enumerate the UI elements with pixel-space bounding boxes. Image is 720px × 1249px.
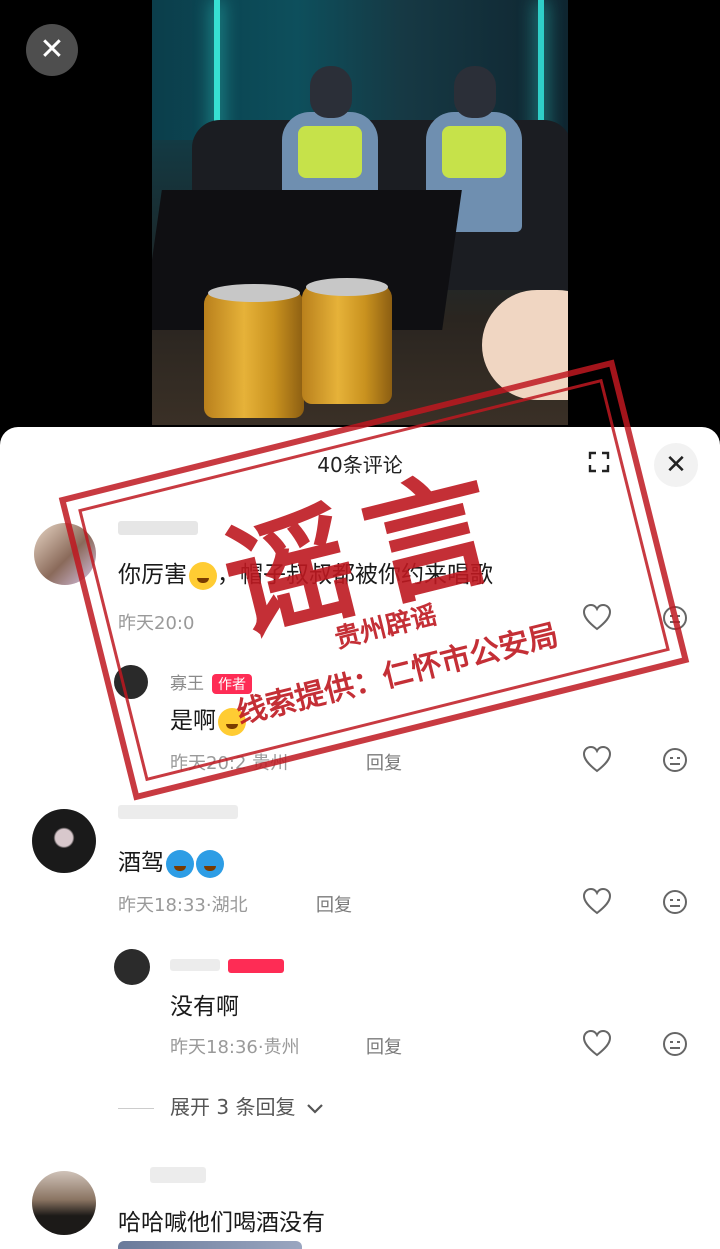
heart-icon[interactable] [582, 1029, 612, 1057]
beer-can [204, 284, 304, 418]
emoji-icon [196, 849, 224, 878]
username-blurred[interactable] [170, 959, 220, 971]
chevron-down-icon [307, 1103, 323, 1114]
author-tag [228, 959, 284, 973]
heart-icon[interactable] [582, 887, 612, 915]
close-icon[interactable]: ✕ [654, 443, 698, 487]
avatar[interactable] [32, 1171, 96, 1235]
comment-meta: 昨天18:33·湖北 [118, 895, 248, 916]
dislike-icon[interactable] [662, 747, 688, 773]
expand-replies-button[interactable]: 展开 3 条回复 [118, 1091, 324, 1120]
heart-icon[interactable] [582, 745, 612, 773]
dislike-icon[interactable] [662, 889, 688, 915]
comment-text: 酒驾 [118, 843, 224, 878]
username-blurred[interactable] [118, 805, 238, 819]
comment-text: 没有啊 [170, 994, 239, 1020]
beer-can [302, 278, 392, 404]
emoji-icon [166, 849, 194, 878]
comment-image[interactable] [118, 1241, 302, 1249]
avatar[interactable] [114, 949, 150, 985]
reply-button[interactable]: 回复 [366, 1033, 402, 1059]
avatar[interactable] [32, 809, 96, 873]
video-frame [152, 0, 568, 425]
close-icon[interactable]: ✕ [26, 24, 78, 76]
username-blurred[interactable] [150, 1167, 206, 1183]
comment-text: 哈哈喊他们喝酒没有 [118, 1210, 325, 1236]
reply-button[interactable]: 回复 [316, 891, 352, 917]
dislike-icon[interactable] [662, 1031, 688, 1057]
reply-button[interactable]: 回复 [366, 749, 402, 775]
comment-meta: 昨天18:36·贵州 [170, 1037, 300, 1058]
